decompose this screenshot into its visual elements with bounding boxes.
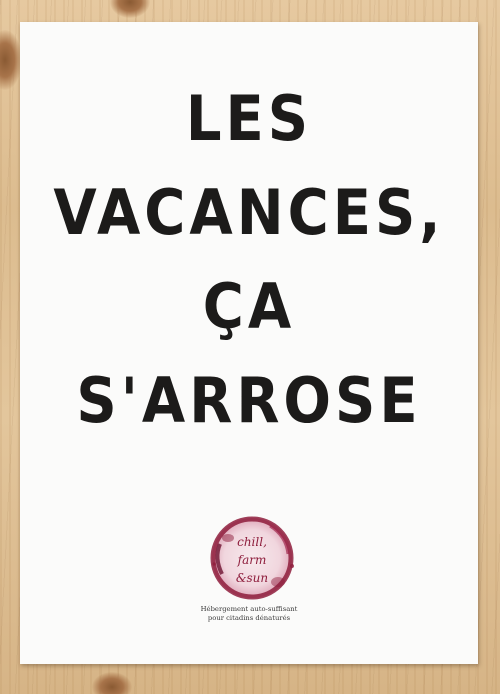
logo-word-chill: chill, — [237, 535, 267, 549]
poster: LES VACANCES, ÇA S'ARROSE chill, farm &s… — [20, 22, 478, 664]
wood-knot — [110, 0, 150, 18]
tagline-line-2: pour citadins dénaturés — [207, 613, 291, 622]
photo-background: { "poster": { "headline_lines": ["LES", … — [0, 0, 500, 694]
headline-line-2: VACANCES, — [53, 177, 445, 250]
headline-line-3: ÇA — [202, 271, 296, 344]
headline-line-1: LES — [185, 83, 313, 156]
tagline: Hébergement auto-suffisant pour citadins… — [20, 605, 478, 622]
tagline-line-1: Hébergement auto-suffisant — [200, 605, 298, 613]
logo-word-sun: &sun — [236, 571, 268, 585]
wood-knot — [0, 30, 22, 90]
logo-word-farm: farm — [237, 553, 267, 567]
wine-stain-logo: chill, farm &sun — [210, 516, 294, 600]
headline-line-4: S'ARROSE — [76, 365, 422, 438]
wood-knot — [92, 672, 132, 694]
